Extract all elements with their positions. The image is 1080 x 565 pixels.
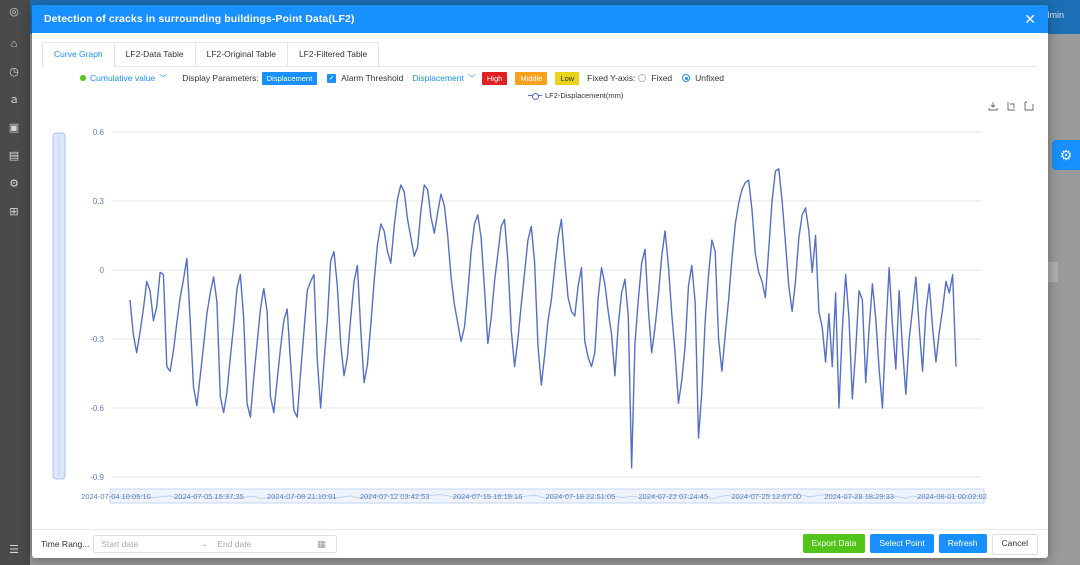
tab-data-table[interactable]: LF2-Data Table <box>113 42 196 66</box>
menu-icon[interactable]: ☰ <box>8 544 20 556</box>
zoom-icon[interactable] <box>1006 101 1016 111</box>
restore-icon[interactable] <box>1024 101 1034 111</box>
x-tick-label: 2024-07-05 15:37:35 <box>174 492 244 501</box>
level-high-tag[interactable]: High <box>481 71 508 85</box>
y-tick-label: 0.3 <box>93 197 105 206</box>
modal-title: Detection of cracks in surrounding build… <box>44 13 355 25</box>
logo-icon: ◎ <box>9 6 19 18</box>
calendar-icon[interactable]: ▦ <box>317 539 326 550</box>
export-data-button[interactable]: Export Data <box>802 533 866 553</box>
app-sidebar: ◎ ⌂ ◷ ａ ▣ ▤ ⚙ ⊞ ☰ <box>0 0 30 565</box>
x-tick-label: 2024-07-18 22:51:05 <box>546 492 616 501</box>
status-dot-icon <box>80 75 86 81</box>
mode-select[interactable]: Cumulative value <box>90 73 155 83</box>
fixed-y-axis-label: Fixed Y-axis: <box>587 73 636 83</box>
level-low-tag[interactable]: Low <box>555 71 580 85</box>
settings-gear-icon: ⚙ <box>1059 147 1073 163</box>
x-tick-label: 2024-07-22 07:24:45 <box>639 492 709 501</box>
fixed-radio[interactable] <box>638 74 647 82</box>
chevron-down-icon[interactable]: ﹀ <box>468 73 476 84</box>
x-tick-label: 2024-08-01 00:02:02 <box>917 492 987 501</box>
modal-header: Detection of cracks in surrounding build… <box>32 5 1048 33</box>
gear-icon[interactable]: ⚙ <box>8 178 20 190</box>
tab-bar: Curve Graph LF2-Data Table LF2-Original … <box>42 42 1036 68</box>
cancel-button[interactable]: Cancel <box>991 533 1038 555</box>
calculator-icon[interactable]: ▤ <box>8 150 20 162</box>
tab-curve-graph[interactable]: Curve Graph <box>42 42 115 68</box>
download-icon[interactable] <box>988 101 998 111</box>
date-range-picker[interactable]: Start date → End date ▦ <box>93 535 338 553</box>
unfixed-radio-label: Unfixed <box>695 73 724 83</box>
org-chart-icon[interactable]: ⊞ <box>8 206 20 218</box>
point-data-modal: Detection of cracks in surrounding build… <box>32 5 1048 558</box>
chevron-down-icon[interactable]: ﹀ <box>159 73 167 84</box>
clock-icon[interactable]: ◷ <box>8 66 20 78</box>
x-tick-label: 2024-07-15 16:18:16 <box>453 492 523 501</box>
building-icon[interactable]: ▣ <box>8 122 20 134</box>
tab-filtered-table[interactable]: LF2-Filtered Table <box>286 42 380 66</box>
display-params-label: Display Parameters: <box>182 73 259 83</box>
modal-footer: Time Rang... Start date → End date ▦ Exp… <box>32 529 1048 558</box>
time-range-label: Time Rang... <box>41 539 90 549</box>
fixed-radio-label: Fixed <box>651 73 673 83</box>
series-line-lf2-displacement[interactable] <box>129 168 957 469</box>
displacement-line-chart[interactable]: 0.6 0.3 0 -0.3 -0.6 -0.9 2024-07-04 10:05:10 20… <box>52 123 1012 515</box>
alarm-param-select[interactable]: Displacement <box>412 73 464 83</box>
end-date-input[interactable]: End date <box>217 539 317 549</box>
parameter-bar: Cumulative value ﹀ Display Parameters: D… <box>80 71 724 85</box>
alarm-threshold-label: Alarm Threshold <box>341 73 404 83</box>
footer-buttons: Export Data Select Point Refresh Cancel <box>802 533 1038 555</box>
close-icon[interactable]: ✕ <box>1024 12 1036 26</box>
y-tick-label: -0.9 <box>90 473 104 482</box>
x-tick-label: 2024-07-25 12:57:00 <box>731 492 801 501</box>
display-param-tag[interactable]: Displacement <box>261 71 318 85</box>
y-tick-label: 0 <box>100 266 105 275</box>
level-middle-tag[interactable]: Middle <box>515 71 548 85</box>
chart-legend[interactable]: LF2-Displacement(mm) <box>528 91 623 100</box>
start-date-input[interactable]: Start date <box>101 539 199 549</box>
settings-tab[interactable]: ⚙ <box>1052 140 1080 170</box>
x-tick-label: 2024-07-04 10:05:10 <box>81 492 151 501</box>
chart-toolbox <box>988 101 1034 111</box>
select-point-button[interactable]: Select Point <box>870 533 934 553</box>
legend-line-icon <box>528 92 542 100</box>
x-tick-label: 2024-07-08 21:10:01 <box>267 492 337 501</box>
arrow-right-icon: → <box>199 539 208 549</box>
legend-series-label: LF2-Displacement(mm) <box>545 91 624 100</box>
home-icon[interactable]: ⌂ <box>8 38 20 50</box>
x-tick-label: 2024-07-28 18:29:33 <box>824 492 894 501</box>
unfixed-radio[interactable] <box>682 74 691 82</box>
refresh-button[interactable]: Refresh <box>938 533 987 553</box>
y-tick-label: -0.3 <box>90 335 104 344</box>
y-tick-label: 0.6 <box>93 128 105 137</box>
tab-original-table[interactable]: LF2-Original Table <box>194 42 288 66</box>
alarm-threshold-checkbox[interactable]: ✓ <box>327 73 337 83</box>
y-tick-label: -0.6 <box>90 404 104 413</box>
user-icon[interactable]: ａ <box>8 94 20 106</box>
x-tick-label: 2024-07-12 03:42:53 <box>360 492 430 501</box>
